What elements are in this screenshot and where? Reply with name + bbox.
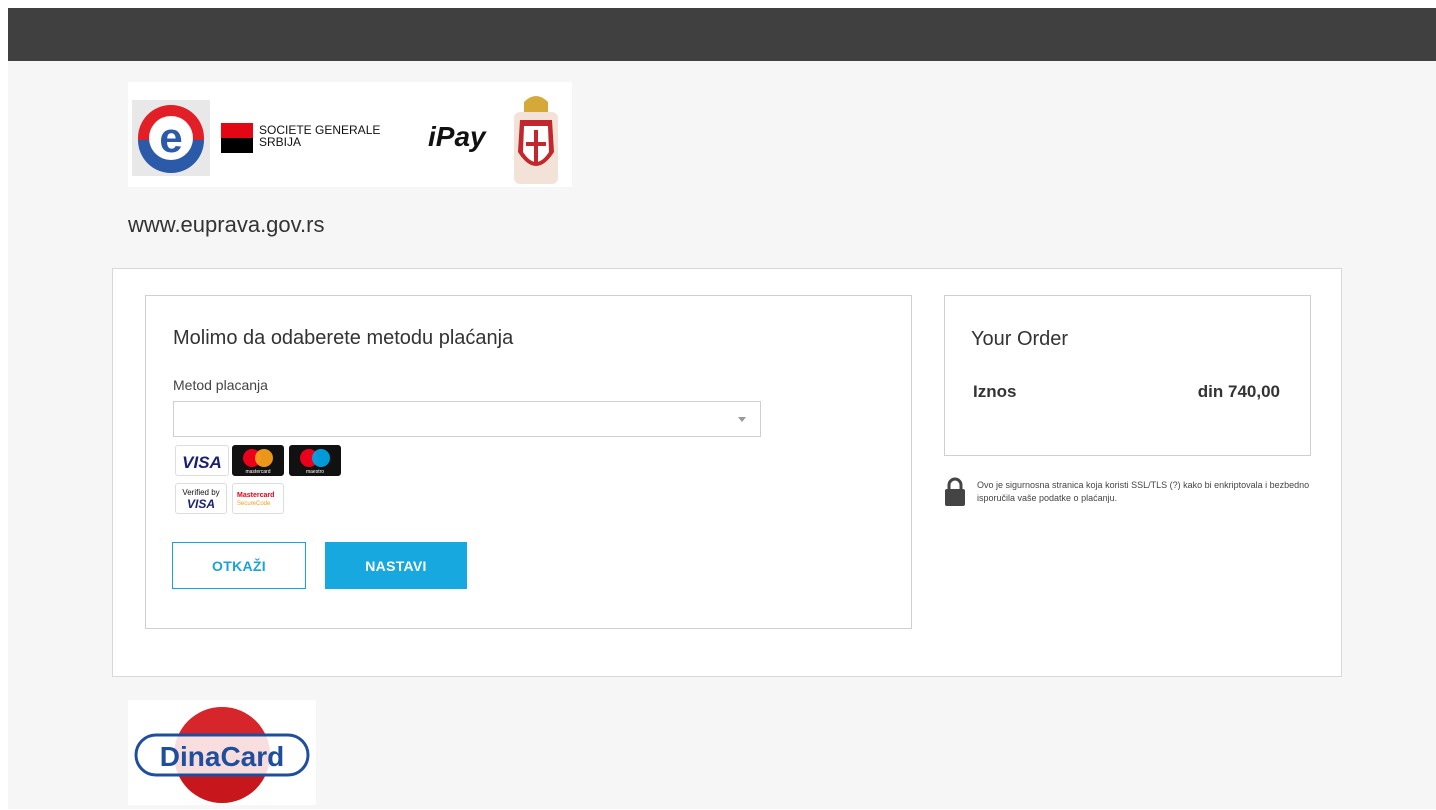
maestro-logo-graphic: maestro	[300, 449, 330, 475]
svg-text:Mastercard: Mastercard	[237, 492, 274, 499]
order-summary-card	[944, 295, 1311, 456]
security-text: Ovo je sigurnosna stranica koja koristi …	[977, 480, 1310, 503]
payment-method-label: Metod placanja	[173, 377, 268, 393]
order-title: Your Order	[971, 328, 1069, 350]
svg-text:maestro: maestro	[306, 469, 324, 475]
mastercard-securecode-graphic: Mastercard SecureCode	[237, 492, 274, 507]
visa-logo: VISA	[175, 445, 229, 476]
cancel-button[interactable]: OTKAŽI	[172, 542, 306, 589]
dinacard-logo: DinaCard	[128, 700, 316, 805]
top-bar	[8, 8, 1436, 61]
svg-text:SecureCode: SecureCode	[237, 501, 271, 507]
continue-button[interactable]: NASTAVI	[325, 542, 467, 589]
societe-line-2: SRBIJA	[259, 135, 301, 149]
mastercard-logo: mastercard	[232, 445, 284, 476]
mastercard-logo-graphic: mastercard	[243, 449, 273, 475]
dinacard-logo-graphic: DinaCard	[134, 707, 310, 803]
svg-text:Verified by: Verified by	[182, 488, 219, 497]
site-url: www.euprava.gov.rs	[128, 212, 325, 237]
svg-text:VISA: VISA	[182, 453, 222, 472]
payment-title: Molimo da odaberete metodu plaćanja	[173, 327, 514, 349]
lock-icon	[945, 477, 965, 506]
dinacard-text: DinaCard	[160, 741, 284, 772]
payment-method-select[interactable]	[173, 401, 761, 437]
verified-by-visa-logo: Verified by VISA	[175, 483, 227, 514]
verified-by-visa-graphic: Verified by VISA	[182, 488, 219, 511]
eprava-letter: e	[159, 114, 182, 161]
visa-logo-graphic: VISA	[182, 453, 222, 472]
amount-label: Iznos	[973, 382, 1017, 401]
maestro-logo: maestro	[289, 445, 341, 476]
svg-text:VISA: VISA	[187, 497, 215, 511]
ipay-text: iPay	[428, 121, 487, 152]
chevron-down-icon	[738, 417, 746, 422]
svg-text:mastercard: mastercard	[245, 469, 270, 475]
amount-value: din 740,00	[1197, 382, 1280, 401]
partner-logos-graphic: e SOCIETE GENERALE SRBIJA iPay	[132, 96, 558, 184]
partner-logos: e SOCIETE GENERALE SRBIJA iPay	[128, 82, 572, 187]
mastercard-securecode-logo: Mastercard SecureCode	[232, 483, 284, 514]
